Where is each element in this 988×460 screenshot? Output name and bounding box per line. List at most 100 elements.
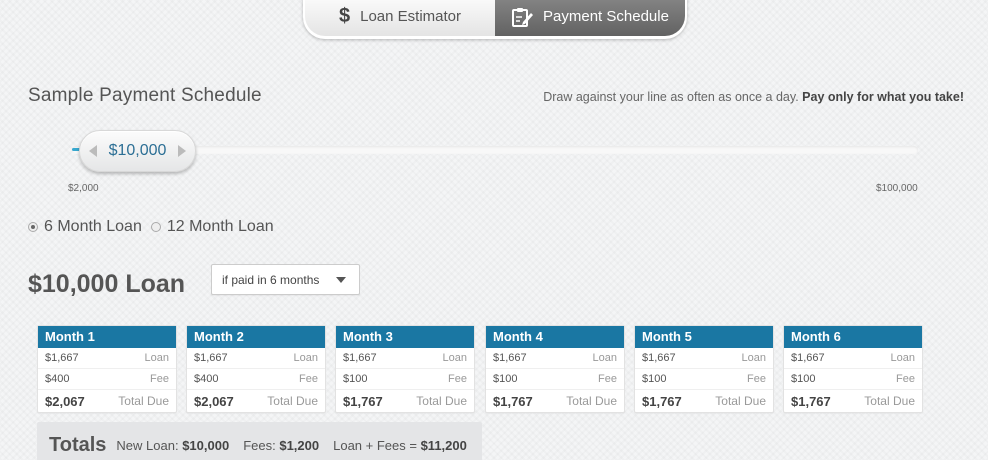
month-loan-amount: $1,667 bbox=[194, 352, 228, 364]
month-loan-row: $1,667 Loan bbox=[336, 348, 474, 369]
decrease-arrow-icon[interactable] bbox=[89, 145, 97, 157]
month-total-label: Total Due bbox=[715, 394, 766, 408]
new-loan-label: New Loan: bbox=[116, 437, 179, 453]
chevron-down-icon bbox=[336, 277, 346, 283]
month-fee-label: Fee bbox=[150, 373, 169, 385]
tab-payment-schedule-label: Payment Schedule bbox=[543, 8, 669, 25]
month-fee-amount: $100 bbox=[642, 373, 667, 385]
month-fee-label: Fee bbox=[747, 373, 766, 385]
month-fee-row: $400 Fee bbox=[38, 369, 176, 390]
totals-title: Totals bbox=[49, 433, 107, 456]
month-fee-label: Fee bbox=[896, 373, 915, 385]
month-fee-amount: $100 bbox=[791, 373, 816, 385]
amount-slider-handle[interactable]: $10,000 bbox=[79, 130, 196, 172]
month-loan-row: $1,667 Loan bbox=[635, 348, 773, 369]
month-header: Month 3 bbox=[336, 326, 474, 348]
month-card: Month 3 $1,667 Loan $100 Fee $1,767 Total Due bbox=[335, 325, 475, 413]
amount-slider-track[interactable] bbox=[72, 146, 918, 154]
term-label-12-month: 12 Month Loan bbox=[166, 218, 274, 235]
loan-term-options: 6 Month Loan 12 Month Loan bbox=[28, 218, 283, 236]
slider-min-label: $2,000 bbox=[68, 183, 99, 194]
month-fee-label: Fee bbox=[598, 373, 617, 385]
month-fee-amount: $400 bbox=[194, 373, 219, 385]
view-tabs: $ Loan Estimator Payment Schedule bbox=[303, 0, 687, 39]
month-fee-row: $100 Fee bbox=[635, 369, 773, 390]
loan-amount-heading: $10,000 Loan bbox=[28, 270, 186, 298]
totals-bar: Totals New Loan: $10,000 Fees: $1,200 Lo… bbox=[37, 422, 482, 460]
radio-6-month[interactable] bbox=[28, 222, 38, 232]
month-card: Month 5 $1,667 Loan $100 Fee $1,767 Total Due bbox=[634, 325, 774, 413]
month-total-label: Total Due bbox=[118, 394, 169, 408]
sum-label: Loan + Fees = bbox=[333, 437, 417, 453]
month-total-row: $2,067 Total Due bbox=[187, 390, 325, 412]
sum-value: $11,200 bbox=[420, 437, 467, 453]
month-loan-label: Loan bbox=[442, 352, 467, 364]
month-fee-label: Fee bbox=[299, 373, 318, 385]
tagline-text: Draw against your line as often as once … bbox=[543, 90, 799, 104]
month-header: Month 4 bbox=[486, 326, 624, 348]
clipboard-edit-icon bbox=[512, 7, 534, 27]
new-loan-value: $10,000 bbox=[182, 437, 230, 453]
month-fee-row: $100 Fee bbox=[336, 369, 474, 390]
month-loan-amount: $1,667 bbox=[642, 352, 676, 364]
month-loan-amount: $1,667 bbox=[493, 352, 527, 364]
month-card: Month 6 $1,667 Loan $100 Fee $1,767 Total Due bbox=[783, 325, 923, 413]
month-loan-label: Loan bbox=[144, 352, 169, 364]
month-loan-label: Loan bbox=[592, 352, 617, 364]
month-total-label: Total Due bbox=[416, 394, 467, 408]
month-total-row: $1,767 Total Due bbox=[486, 390, 624, 412]
month-loan-row: $1,667 Loan bbox=[187, 348, 325, 369]
term-option-12-month[interactable]: 12 Month Loan bbox=[150, 218, 274, 236]
payoff-period-value: if paid in 6 months bbox=[222, 272, 320, 287]
month-total-amount: $1,767 bbox=[343, 393, 383, 409]
month-loan-amount: $1,667 bbox=[45, 352, 79, 364]
totals-sum: Loan + Fees = $11,200 bbox=[333, 438, 467, 453]
month-header: Month 2 bbox=[187, 326, 325, 348]
month-fee-row: $100 Fee bbox=[486, 369, 624, 390]
month-loan-label: Loan bbox=[741, 352, 766, 364]
month-total-amount: $1,767 bbox=[642, 393, 682, 409]
month-total-row: $1,767 Total Due bbox=[784, 390, 922, 412]
month-total-label: Total Due bbox=[267, 394, 318, 408]
month-card: Month 2 $1,667 Loan $400 Fee $2,067 Total Due bbox=[186, 325, 326, 413]
slider-max-label: $100,000 bbox=[876, 183, 918, 194]
tab-loan-estimator[interactable]: $ Loan Estimator bbox=[305, 0, 495, 36]
term-option-6-month[interactable]: 6 Month Loan bbox=[28, 218, 142, 236]
tab-loan-estimator-label: Loan Estimator bbox=[360, 8, 461, 25]
totals-new-loan: New Loan: $10,000 bbox=[116, 438, 229, 453]
fees-label: Fees: bbox=[243, 437, 276, 453]
month-loan-label: Loan bbox=[890, 352, 915, 364]
month-header: Month 6 bbox=[784, 326, 922, 348]
month-loan-row: $1,667 Loan bbox=[38, 348, 176, 369]
month-total-amount: $1,767 bbox=[493, 393, 533, 409]
month-fee-amount: $400 bbox=[45, 373, 70, 385]
month-total-label: Total Due bbox=[864, 394, 915, 408]
month-total-row: $1,767 Total Due bbox=[635, 390, 773, 412]
month-total-amount: $2,067 bbox=[45, 393, 85, 409]
month-loan-amount: $1,667 bbox=[791, 352, 825, 364]
month-fee-row: $400 Fee bbox=[187, 369, 325, 390]
dollar-icon: $ bbox=[338, 5, 351, 27]
totals-fees: Fees: $1,200 bbox=[243, 438, 319, 453]
month-loan-amount: $1,667 bbox=[343, 352, 377, 364]
slider-value: $10,000 bbox=[108, 142, 167, 159]
increase-arrow-icon[interactable] bbox=[178, 145, 186, 157]
payoff-period-select[interactable]: if paid in 6 months bbox=[211, 264, 360, 295]
month-header: Month 5 bbox=[635, 326, 773, 348]
month-fee-amount: $100 bbox=[343, 373, 368, 385]
radio-12-month[interactable] bbox=[150, 222, 161, 232]
month-total-label: Total Due bbox=[566, 394, 617, 408]
month-fee-label: Fee bbox=[448, 373, 467, 385]
month-loan-row: $1,667 Loan bbox=[784, 348, 922, 369]
tagline: Draw against your line as often as once … bbox=[543, 90, 964, 104]
month-header: Month 1 bbox=[38, 326, 176, 348]
month-total-row: $2,067 Total Due bbox=[38, 390, 176, 412]
fees-value: $1,200 bbox=[279, 437, 320, 453]
tab-payment-schedule[interactable]: Payment Schedule bbox=[495, 0, 685, 36]
month-total-amount: $1,767 bbox=[791, 393, 831, 409]
month-total-row: $1,767 Total Due bbox=[336, 390, 474, 412]
page-title: Sample Payment Schedule bbox=[28, 85, 262, 106]
month-total-amount: $2,067 bbox=[194, 393, 234, 409]
month-loan-row: $1,667 Loan bbox=[486, 348, 624, 369]
term-label-6-month: 6 Month Loan bbox=[44, 218, 142, 235]
